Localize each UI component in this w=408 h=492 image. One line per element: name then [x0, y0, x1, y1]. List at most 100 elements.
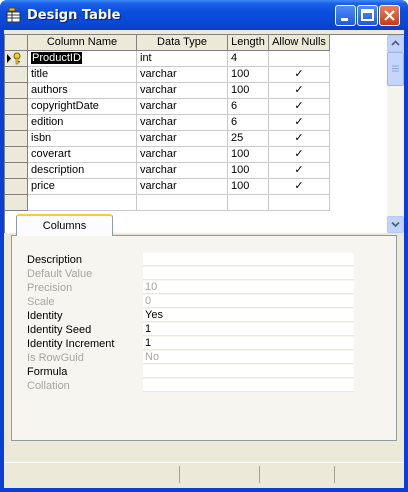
cell-data-type[interactable]: varchar	[137, 99, 228, 115]
grid-header: Column Name Data Type Length Allow Nulls	[5, 35, 387, 51]
cell-length[interactable]: 100	[228, 83, 269, 99]
property-value-formula[interactable]	[143, 365, 354, 378]
cell-column-name[interactable]: ProductID	[28, 51, 137, 67]
cell-allow-nulls[interactable]: ✓	[269, 115, 330, 131]
row-selector[interactable]	[5, 67, 28, 83]
tab-columns[interactable]: Columns	[16, 214, 113, 236]
current-row-arrow-icon	[7, 54, 11, 63]
property-value-description[interactable]	[143, 253, 354, 266]
table-row[interactable]: title varchar 100 ✓	[5, 67, 387, 83]
cell-length[interactable]: 100	[228, 179, 269, 195]
cell-column-name[interactable]: price	[28, 179, 137, 195]
cell-length[interactable]: 25	[228, 131, 269, 147]
row-selector[interactable]	[5, 99, 28, 115]
cell-data-type[interactable]: varchar	[137, 67, 228, 83]
cell-allow-nulls[interactable]: ✓	[269, 163, 330, 179]
property-value-collation	[143, 379, 354, 392]
column-header-allow-nulls[interactable]: Allow Nulls	[269, 35, 330, 51]
table-row[interactable]: price varchar 100 ✓	[5, 179, 387, 195]
table-row[interactable]: edition varchar 6 ✓	[5, 115, 387, 131]
cell-column-name[interactable]	[28, 195, 137, 211]
column-header-length[interactable]: Length	[228, 35, 269, 51]
property-value-default-value	[143, 267, 354, 280]
cell-column-name[interactable]: edition	[28, 115, 137, 131]
client-area: Column Name Data Type Length Allow Nulls	[4, 30, 404, 488]
cell-column-name[interactable]: authors	[28, 83, 137, 99]
cell-data-type[interactable]: varchar	[137, 115, 228, 131]
property-value-identity[interactable]: Yes	[143, 309, 354, 322]
property-value-identity-increment[interactable]: 1	[143, 337, 354, 350]
cell-length[interactable]	[228, 195, 269, 211]
cell-data-type[interactable]	[137, 195, 228, 211]
cell-column-name[interactable]: copyrightDate	[28, 99, 137, 115]
scroll-thumb[interactable]	[387, 52, 404, 86]
cell-data-type[interactable]: varchar	[137, 131, 228, 147]
cell-allow-nulls[interactable]	[269, 51, 330, 67]
row-selector[interactable]	[5, 83, 28, 99]
row-selector[interactable]	[5, 51, 28, 67]
cell-allow-nulls[interactable]: ✓	[269, 147, 330, 163]
status-divider	[334, 466, 335, 483]
row-selector[interactable]	[5, 163, 28, 179]
cell-length[interactable]: 6	[228, 115, 269, 131]
cell-data-type[interactable]: int	[137, 51, 228, 67]
property-value-identity-seed[interactable]: 1	[143, 323, 354, 336]
table-row-empty[interactable]	[5, 195, 387, 211]
cell-length[interactable]: 100	[228, 67, 269, 83]
property-label-formula: Formula	[27, 366, 68, 378]
row-selector[interactable]	[5, 179, 28, 195]
cell-length[interactable]: 100	[228, 147, 269, 163]
property-label-description: Description	[27, 254, 83, 266]
column-grid: Column Name Data Type Length Allow Nulls	[4, 34, 404, 233]
cell-allow-nulls[interactable]: ✓	[269, 67, 330, 83]
primary-key-icon	[13, 52, 21, 65]
cell-column-name[interactable]: title	[28, 67, 137, 83]
minimize-button[interactable]	[335, 5, 356, 26]
property-label-is-rowguid: Is RowGuid	[27, 352, 84, 364]
column-header-name[interactable]: Column Name	[28, 35, 137, 51]
property-value-precision: 10	[143, 281, 354, 294]
table-row[interactable]: authors varchar 100 ✓	[5, 83, 387, 99]
property-label-identity-seed: Identity Seed	[27, 324, 92, 336]
row-selector-header[interactable]	[5, 35, 28, 51]
cell-length[interactable]: 6	[228, 99, 269, 115]
row-selector[interactable]	[5, 115, 28, 131]
cell-length[interactable]: 4	[228, 51, 269, 67]
table-row[interactable]: ProductID int 4	[5, 51, 387, 67]
table-row[interactable]: description varchar 100 ✓	[5, 163, 387, 179]
cell-data-type[interactable]: varchar	[137, 147, 228, 163]
property-label-identity: Identity	[27, 310, 63, 322]
cell-column-name[interactable]: coverart	[28, 147, 137, 163]
cell-column-name[interactable]: isbn	[28, 131, 137, 147]
cell-column-name[interactable]: description	[28, 163, 137, 179]
vertical-scrollbar[interactable]	[387, 35, 404, 233]
chevron-up-icon	[391, 40, 400, 46]
property-label-identity-increment: Identity Increment	[27, 338, 115, 350]
property-label-default-value: Default Value	[27, 268, 93, 280]
table-row[interactable]: copyrightDate varchar 6 ✓	[5, 99, 387, 115]
cell-allow-nulls[interactable]: ✓	[269, 131, 330, 147]
cell-allow-nulls[interactable]: ✓	[269, 179, 330, 195]
cell-allow-nulls[interactable]	[269, 195, 330, 211]
table-row[interactable]: isbn varchar 25 ✓	[5, 131, 387, 147]
table-row[interactable]: coverart varchar 100 ✓	[5, 147, 387, 163]
maximize-button[interactable]	[357, 5, 378, 26]
row-selector[interactable]	[5, 131, 28, 147]
property-label-precision: Precision	[27, 282, 73, 294]
cell-data-type[interactable]: varchar	[137, 179, 228, 195]
scroll-down-button[interactable]	[387, 216, 404, 233]
cell-data-type[interactable]: varchar	[137, 83, 228, 99]
status-divider	[179, 466, 180, 483]
cell-allow-nulls[interactable]: ✓	[269, 83, 330, 99]
selected-name-text: ProductID	[31, 52, 82, 64]
properties-panel: Description Default Value Precision 10 S…	[11, 235, 397, 441]
title-bar[interactable]: Design Table	[0, 0, 408, 30]
column-header-type[interactable]: Data Type	[137, 35, 228, 51]
close-button[interactable]	[379, 5, 400, 26]
row-selector[interactable]	[5, 147, 28, 163]
row-selector[interactable]	[5, 195, 28, 211]
scroll-up-button[interactable]	[387, 35, 404, 52]
cell-allow-nulls[interactable]: ✓	[269, 99, 330, 115]
cell-length[interactable]: 100	[228, 163, 269, 179]
cell-data-type[interactable]: varchar	[137, 163, 228, 179]
